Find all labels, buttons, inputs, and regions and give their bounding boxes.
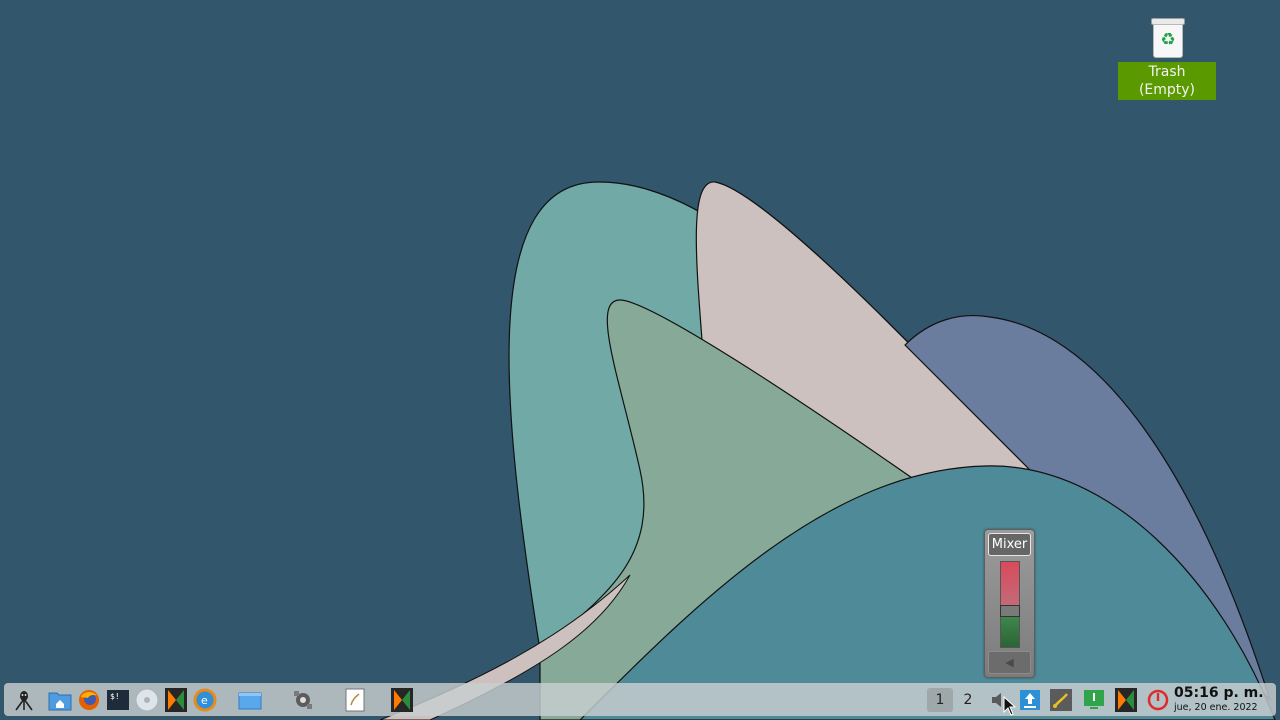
document-window-icon — [345, 688, 365, 712]
disc-launcher[interactable] — [134, 687, 160, 713]
browser-launcher[interactable]: e — [192, 687, 218, 713]
workspace-1[interactable]: 1 — [927, 688, 953, 712]
clock[interactable]: 05:16 p. m. jue, 20 ene. 2022 — [1174, 684, 1274, 714]
browser-icon: e — [193, 688, 217, 712]
power-icon — [1147, 689, 1169, 711]
window-button-folder[interactable] — [235, 687, 265, 713]
window-button-document[interactable] — [340, 687, 370, 713]
folder-window-icon — [238, 692, 262, 710]
mouse-cursor-icon — [1003, 696, 1017, 716]
recycle-icon: ♻ — [1160, 30, 1176, 50]
volume-slider[interactable] — [1000, 561, 1020, 648]
taskbar: $! e 1 2 05:16 p. m. jue, 20 ene. 2022 — [4, 683, 1276, 716]
mute-button[interactable]: ◀ — [988, 651, 1031, 674]
settings-window-icon — [294, 691, 312, 709]
display-icon — [1084, 690, 1104, 709]
app-tray-icon — [1115, 688, 1137, 712]
display-tray-button[interactable] — [1081, 687, 1107, 713]
update-tray-button[interactable] — [1017, 687, 1043, 713]
trash-label: Trash (Empty) — [1118, 62, 1216, 100]
speaker-icon: ◀ — [1005, 656, 1014, 669]
app-launcher[interactable] — [163, 687, 189, 713]
desktop-wallpaper — [0, 0, 1280, 720]
power-tray-button[interactable] — [1145, 687, 1171, 713]
network-tray-button[interactable] — [1048, 687, 1074, 713]
trash-icon: ♻ — [1150, 18, 1185, 58]
disc-icon — [135, 688, 159, 712]
firefox-icon — [79, 690, 99, 710]
mixer-title-button[interactable]: Mixer — [988, 533, 1031, 556]
window-button-app[interactable] — [387, 687, 417, 713]
mixer-popup: Mixer ◀ — [984, 529, 1035, 678]
svg-text:$!: $! — [110, 692, 120, 701]
app-window-icon — [391, 688, 413, 712]
svg-text:e: e — [201, 694, 208, 707]
app-launcher-icon — [165, 688, 187, 712]
volume-slider-fill — [1001, 615, 1019, 647]
terminal-launcher[interactable]: $! — [105, 687, 131, 713]
window-button-settings[interactable] — [288, 687, 318, 713]
start-menu-button[interactable] — [11, 687, 37, 713]
app-tray-button[interactable] — [1113, 687, 1139, 713]
volume-slider-handle[interactable] — [1000, 605, 1020, 617]
menu-icon — [15, 691, 33, 711]
terminal-icon: $! — [107, 690, 129, 710]
firefox-launcher[interactable] — [76, 687, 102, 713]
trash-desktop-icon[interactable]: ♻ Trash (Empty) — [1118, 18, 1216, 100]
network-icon — [1050, 689, 1072, 711]
clock-time: 05:16 p. m. — [1174, 685, 1264, 701]
clock-date: jue, 20 ene. 2022 — [1174, 702, 1258, 713]
update-icon — [1020, 690, 1040, 710]
home-folder-icon — [48, 692, 72, 711]
volume-slider-top — [1001, 562, 1019, 605]
workspace-2[interactable]: 2 — [955, 688, 981, 712]
file-manager-launcher[interactable] — [47, 687, 73, 713]
